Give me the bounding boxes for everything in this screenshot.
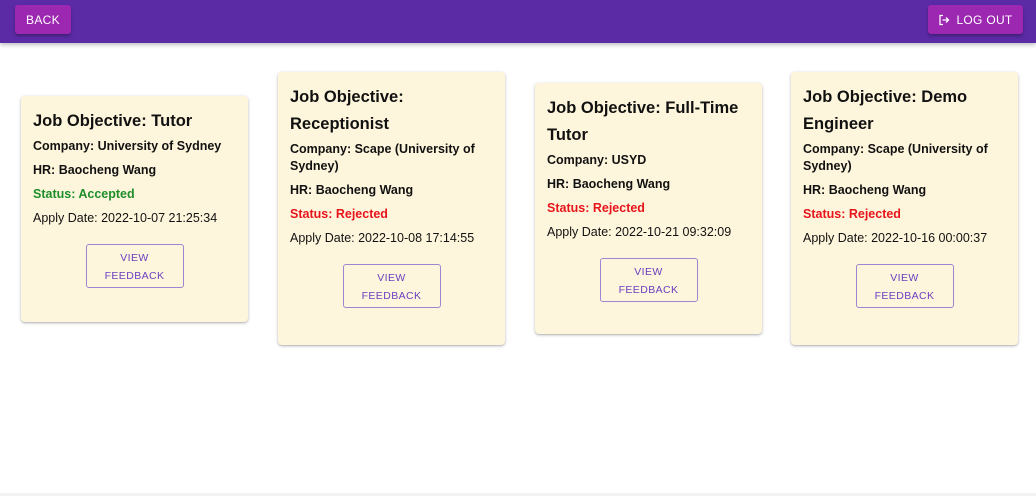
company-text: Company: USYD [547,153,647,167]
company-text: Company: Scape (University of Sydney) [290,142,475,173]
application-card: Job Objective: Receptionist Company: Sca… [278,72,505,345]
hr-text: HR: Baocheng Wang [547,177,671,191]
company-text: Company: University of Sydney [33,139,222,153]
view-feedback-label-line2: FEEDBACK [361,290,422,302]
logout-icon [939,14,950,25]
company-text: Company: Scape (University of Sydney) [803,142,988,173]
hr-text: HR: Baocheng Wang [33,163,157,177]
view-feedback-button[interactable]: VIEW FEEDBACK [342,264,441,308]
view-feedback-button[interactable]: VIEW FEEDBACK [85,244,184,288]
logout-button-label: LOG OUT [956,12,1013,27]
hr-text: HR: Baocheng Wang [290,183,414,197]
status-text: Status: Rejected [290,207,388,221]
status-text: Status: Rejected [547,201,645,215]
view-feedback-label-line2: FEEDBACK [104,270,165,282]
status-text: Status: Accepted [33,187,135,201]
view-feedback-label-line1: VIEW [377,272,406,284]
application-card: Job Objective: Full-Time Tutor Company: … [535,83,762,334]
view-feedback-label-line1: VIEW [634,266,663,278]
view-feedback-label-line1: VIEW [120,252,149,264]
view-feedback-label-line1: VIEW [890,272,919,284]
back-button[interactable]: BACK [15,5,71,34]
view-feedback-label-line2: FEEDBACK [618,284,679,296]
view-feedback-label-line2: FEEDBACK [874,290,935,302]
view-feedback-button[interactable]: VIEW FEEDBACK [855,264,954,308]
job-objective-title: Job Objective: Tutor [33,112,193,130]
apply-date-text: Apply Date: 2022-10-08 17:14:55 [290,231,475,245]
job-objective-title: Job Objective: Demo Engineer [803,88,968,133]
job-objective-title: Job Objective: Full-Time Tutor [547,99,739,144]
apply-date-text: Apply Date: 2022-10-16 00:00:37 [803,231,988,245]
view-feedback-button[interactable]: VIEW FEEDBACK [599,258,698,302]
top-app-bar: BACK LOG OUT [0,0,1036,43]
logout-button[interactable]: LOG OUT [928,5,1023,34]
application-card: Job Objective: Demo Engineer Company: Sc… [791,72,1018,345]
apply-date-text: Apply Date: 2022-10-21 09:32:09 [547,225,732,239]
application-card: Job Objective: Tutor Company: University… [21,96,248,322]
back-button-label: BACK [26,12,60,27]
hr-text: HR: Baocheng Wang [803,183,927,197]
job-objective-title: Job Objective: Receptionist [290,88,404,133]
status-text: Status: Rejected [803,207,901,221]
apply-date-text: Apply Date: 2022-10-07 21:25:34 [33,211,218,225]
